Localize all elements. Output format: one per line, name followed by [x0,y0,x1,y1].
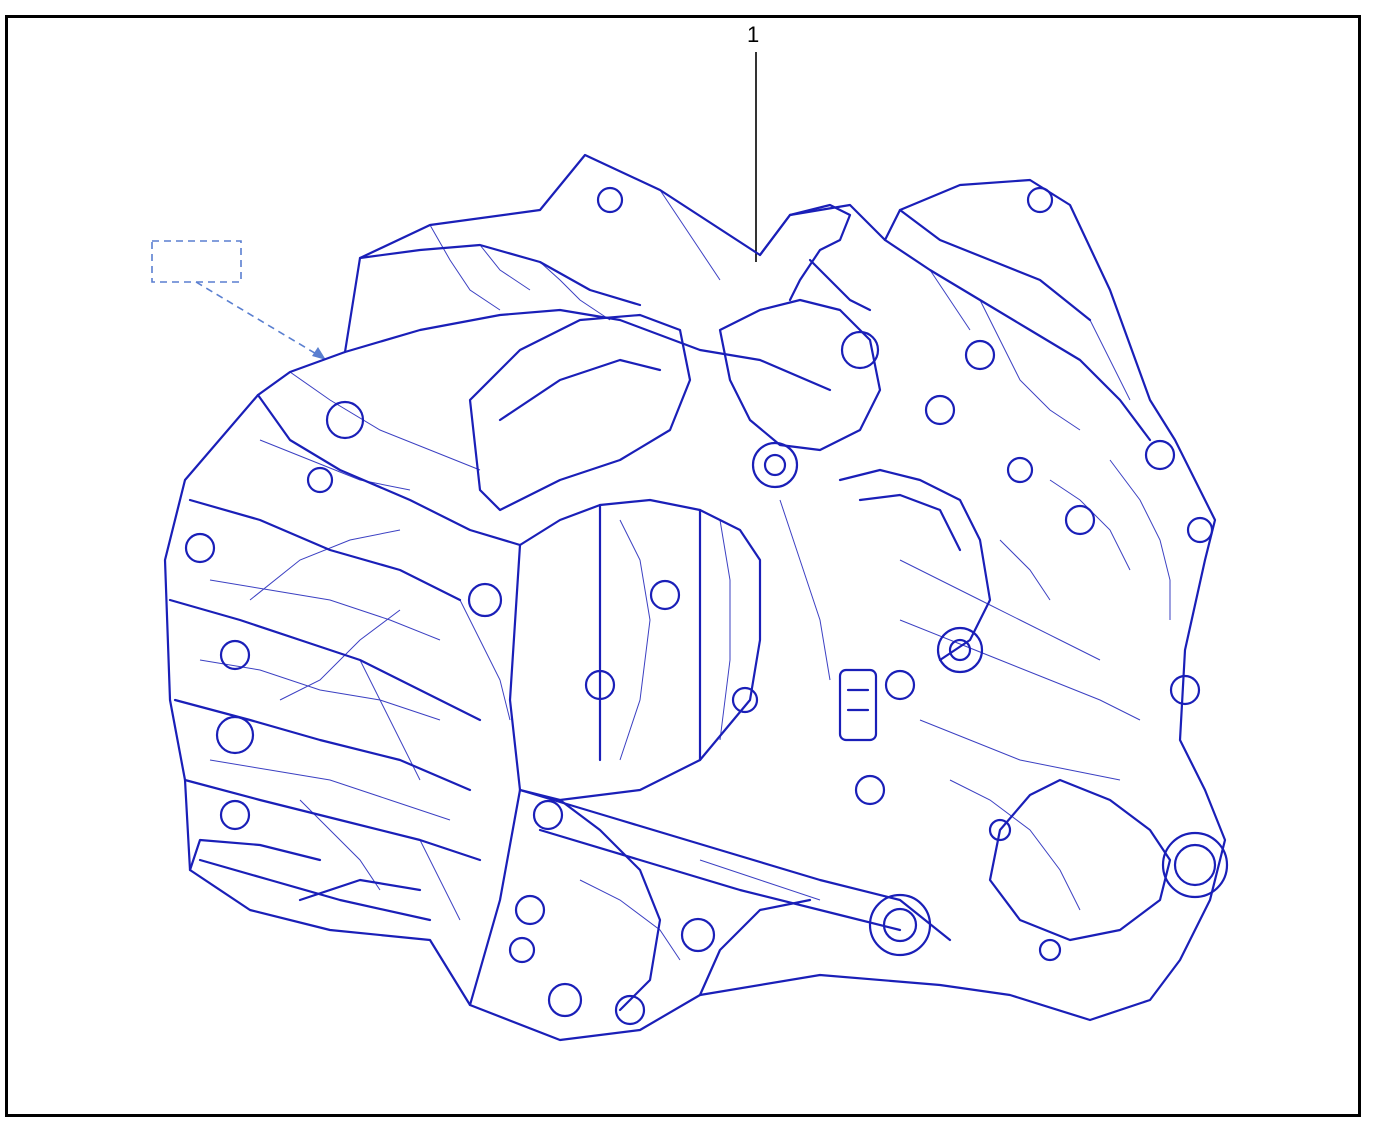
transmission-drawing [151,52,1229,1042]
transmission-assembly [163,153,1229,1042]
reference-placeholder [151,240,319,356]
transmission-contours [199,189,1171,961]
diagram-page: 1 [0,0,1392,1124]
placeholder-arrowhead [312,347,326,360]
